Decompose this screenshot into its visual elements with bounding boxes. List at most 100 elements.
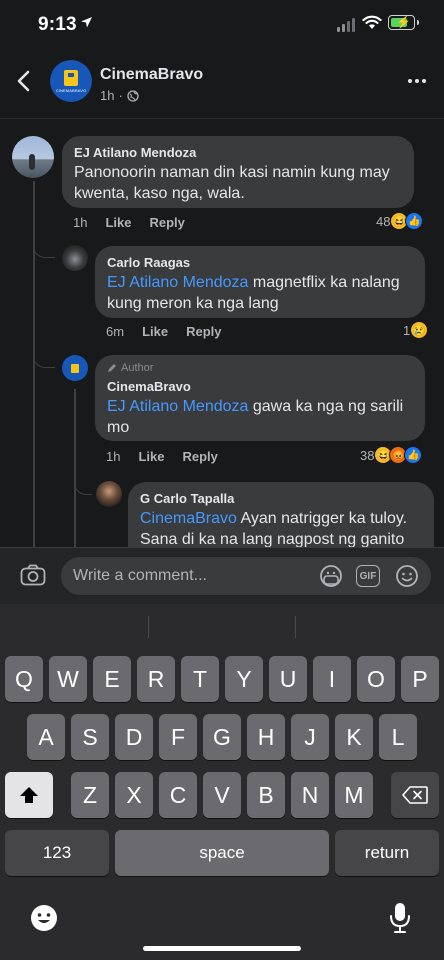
gif-icon[interactable]: GIF: [356, 565, 380, 587]
sad-reaction-icon: 😢: [410, 321, 429, 339]
key-o[interactable]: O: [357, 656, 395, 702]
back-chevron-icon[interactable]: [16, 70, 32, 92]
post-meta: 1h ·: [100, 88, 139, 103]
comment-input-container[interactable]: GIF: [61, 557, 431, 595]
key-l[interactable]: L: [379, 714, 417, 760]
cinemabravo-logo-icon: [71, 363, 79, 373]
key-x[interactable]: X: [115, 772, 153, 818]
post-time: 1h: [100, 88, 115, 103]
predictive-separator: [295, 616, 296, 638]
pencil-icon: [108, 364, 116, 372]
key-r[interactable]: R: [137, 656, 175, 702]
microphone-icon[interactable]: [389, 902, 411, 934]
page-avatar[interactable]: CINEMABRAVO: [50, 60, 92, 102]
numbers-key[interactable]: 123: [5, 830, 109, 876]
more-options-icon[interactable]: [408, 79, 426, 83]
reply-connector: [74, 469, 92, 495]
reply-connector: [33, 237, 55, 258]
reply-button[interactable]: Reply: [149, 215, 184, 230]
reply-button[interactable]: Reply: [186, 324, 221, 339]
wifi-icon: [362, 15, 382, 29]
avatar-sticker-icon[interactable]: [319, 564, 343, 588]
reaction-summary[interactable]: 1 😢: [403, 321, 429, 339]
like-button[interactable]: Like: [105, 215, 131, 230]
key-s[interactable]: S: [71, 714, 109, 760]
key-y[interactable]: Y: [225, 656, 263, 702]
author-badge: Author: [107, 361, 413, 375]
comment-text: Panonoorin naman din kasi namin kung may: [74, 164, 390, 181]
avatar[interactable]: [62, 245, 88, 271]
comment-text: Sana di ka na lang nagpost ng ganito: [140, 531, 405, 547]
comment-input[interactable]: [73, 557, 303, 595]
mention-link[interactable]: CinemaBravo: [140, 510, 237, 527]
comment-time: 1h: [73, 215, 88, 230]
comment-bubble: Author CinemaBravo EJ Atilano Mendoza ga…: [95, 355, 425, 441]
comment-author[interactable]: Carlo Raagas: [107, 254, 413, 272]
key-c[interactable]: C: [159, 772, 197, 818]
comment-text: gawa ka nga ng sarili: [248, 398, 404, 415]
camera-icon[interactable]: [20, 564, 46, 586]
key-p[interactable]: P: [401, 656, 439, 702]
emoji-icon[interactable]: [395, 564, 419, 588]
cellular-signal-icon: [337, 18, 355, 32]
key-e[interactable]: E: [93, 656, 131, 702]
key-j[interactable]: J: [291, 714, 329, 760]
ios-keyboard: Q W E R T Y U I O P A S D F G H J K L Z …: [0, 604, 444, 960]
reaction-count: 48: [376, 213, 391, 229]
globe-icon: [127, 89, 139, 102]
comment-text: kwenta, kaso nga, wala.: [74, 185, 245, 202]
return-key[interactable]: return: [335, 830, 439, 876]
comment-author[interactable]: G Carlo Tapalla: [140, 490, 422, 508]
like-reaction-icon: 👍: [404, 446, 423, 464]
avatar[interactable]: [62, 355, 88, 381]
comment-bubble: G Carlo Tapalla CinemaBravo Ayan natrigg…: [128, 482, 434, 547]
cinemabravo-logo-icon: [64, 69, 78, 86]
key-q[interactable]: Q: [5, 656, 43, 702]
avatar[interactable]: [96, 481, 122, 507]
key-d[interactable]: D: [115, 714, 153, 760]
key-z[interactable]: Z: [71, 772, 109, 818]
key-f[interactable]: F: [159, 714, 197, 760]
comment-text: magnetflix ka nalang: [248, 274, 400, 291]
like-button[interactable]: Like: [142, 324, 168, 339]
key-w[interactable]: W: [49, 656, 87, 702]
key-i[interactable]: I: [313, 656, 351, 702]
status-bar: 9:13 ⚡: [0, 0, 444, 52]
thread-line: [74, 389, 76, 547]
reply-button[interactable]: Reply: [182, 449, 217, 464]
thread-line: [33, 181, 35, 547]
reaction-summary[interactable]: 48 😆 👍: [376, 212, 424, 230]
key-g[interactable]: G: [203, 714, 241, 760]
space-key[interactable]: space: [115, 830, 329, 876]
key-m[interactable]: M: [335, 772, 373, 818]
location-arrow-icon: [81, 17, 92, 28]
emoji-keyboard-icon[interactable]: [30, 904, 58, 932]
comments-list[interactable]: EJ Atilano Mendoza Panonoorin naman din …: [0, 119, 444, 547]
reaction-summary[interactable]: 38 😆 😡 👍: [360, 446, 423, 464]
avatar[interactable]: [12, 136, 54, 178]
page-name[interactable]: CinemaBravo: [100, 66, 203, 84]
comment-composer: GIF: [0, 547, 444, 604]
reaction-count: 38: [360, 447, 375, 463]
backspace-icon: [402, 786, 428, 804]
key-h[interactable]: H: [247, 714, 285, 760]
comment-author[interactable]: EJ Atilano Mendoza: [74, 144, 402, 162]
battery-charging-icon: ⚡: [388, 15, 419, 30]
shift-key[interactable]: [5, 772, 53, 818]
comment-author[interactable]: CinemaBravo: [107, 378, 413, 396]
predictive-bar: [0, 604, 444, 650]
like-button[interactable]: Like: [138, 449, 164, 464]
key-b[interactable]: B: [247, 772, 285, 818]
comment-text: kung meron ka nga lang: [107, 295, 279, 312]
status-time: 9:13: [38, 14, 77, 35]
backspace-key[interactable]: [391, 772, 439, 818]
key-v[interactable]: V: [203, 772, 241, 818]
mention-link[interactable]: EJ Atilano Mendoza: [107, 398, 248, 415]
key-n[interactable]: N: [291, 772, 329, 818]
key-t[interactable]: T: [181, 656, 219, 702]
comment-bubble: EJ Atilano Mendoza Panonoorin naman din …: [62, 136, 414, 208]
key-u[interactable]: U: [269, 656, 307, 702]
key-k[interactable]: K: [335, 714, 373, 760]
key-a[interactable]: A: [27, 714, 65, 760]
mention-link[interactable]: EJ Atilano Mendoza: [107, 274, 248, 291]
